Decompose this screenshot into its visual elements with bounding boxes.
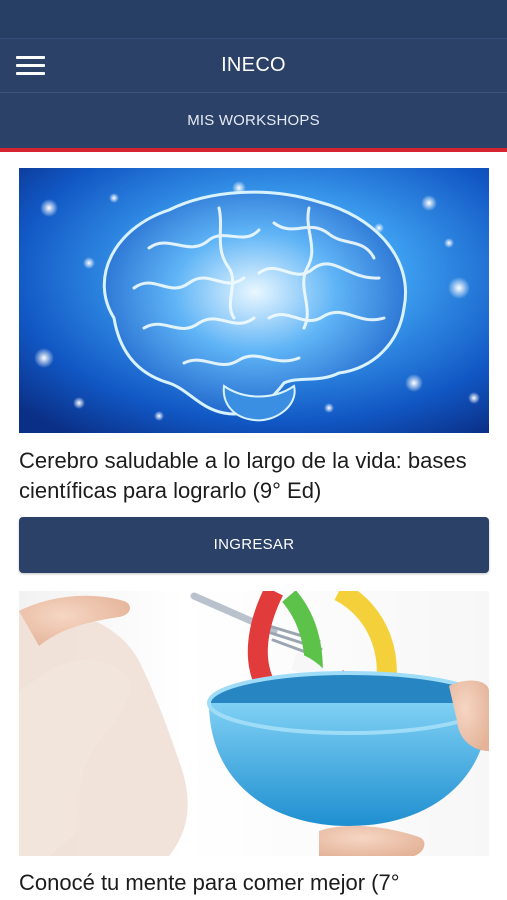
- bowl-with-measuring-tape-image[interactable]: [19, 591, 489, 856]
- workshop-card: Conocé tu mente para comer mejor (7°: [19, 591, 489, 900]
- tab-mis-workshops[interactable]: MIS WORKSHOPS: [0, 112, 507, 129]
- workshop-title: Conocé tu mente para comer mejor (7°: [19, 870, 400, 895]
- app-title: INECO: [221, 54, 286, 76]
- tab-indicator: [0, 148, 507, 152]
- brain-image[interactable]: [19, 168, 489, 433]
- workshop-title: Cerebro saludable a lo largo de la vida:…: [19, 448, 467, 503]
- tab-bar: MIS WORKSHOPS: [0, 92, 507, 148]
- status-bar: [0, 0, 507, 38]
- workshop-card: Cerebro saludable a lo largo de la vida:…: [19, 168, 489, 573]
- app-bar: INECO: [0, 38, 507, 92]
- ingresar-button[interactable]: INGRESAR: [19, 517, 489, 573]
